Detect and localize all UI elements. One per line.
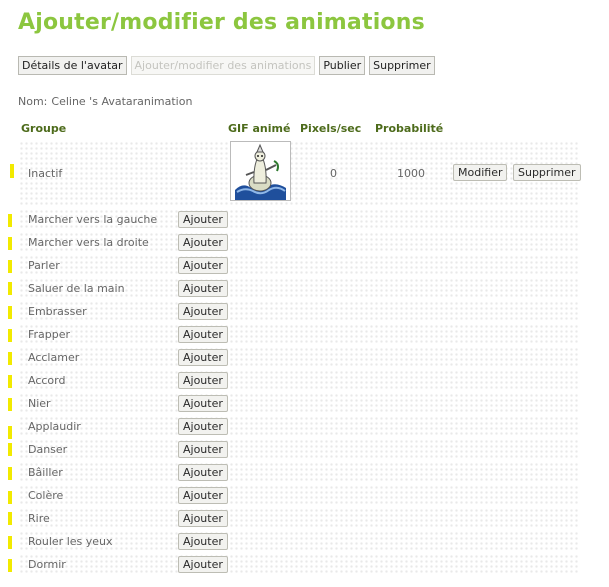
avatar-name-label: Nom: xyxy=(18,95,48,108)
highlight-mark xyxy=(8,398,12,411)
tab-bar: Détails de l'avatar Ajouter/modifier des… xyxy=(18,56,435,75)
add-animation-button[interactable]: Ajouter xyxy=(178,372,228,389)
animated-figure-icon xyxy=(235,143,286,200)
header-group: Groupe xyxy=(21,122,67,135)
row-label: Inactif xyxy=(28,167,63,180)
row-label: Rire xyxy=(28,512,50,525)
table-row: Nier Ajouter xyxy=(8,393,578,414)
add-animation-button[interactable]: Ajouter xyxy=(178,556,228,573)
add-animation-button[interactable]: Ajouter xyxy=(178,395,228,412)
highlight-mark xyxy=(10,164,14,178)
highlight-mark xyxy=(8,214,12,227)
highlight-mark xyxy=(8,375,12,388)
add-animation-button[interactable]: Ajouter xyxy=(178,257,228,274)
highlight-mark xyxy=(8,559,12,572)
row-label: Colère xyxy=(28,489,64,502)
tab-publish[interactable]: Publier xyxy=(319,56,366,75)
row-label: Saluer de la main xyxy=(28,282,125,295)
add-animation-button[interactable]: Ajouter xyxy=(178,303,228,320)
add-animation-button[interactable]: Ajouter xyxy=(178,510,228,527)
row-label: Embrasser xyxy=(28,305,87,318)
add-animation-button[interactable]: Ajouter xyxy=(178,234,228,251)
table-row: Marcher vers la droite Ajouter xyxy=(8,232,578,253)
header-pixels-per-sec: Pixels/sec xyxy=(300,122,362,135)
table-row: Saluer de la main Ajouter xyxy=(8,278,578,299)
highlight-mark xyxy=(8,237,12,250)
avatar-name: Nom: Celine 's Avataranimation xyxy=(18,95,192,108)
add-animation-button[interactable]: Ajouter xyxy=(178,418,228,435)
highlight-mark xyxy=(8,260,12,273)
tab-delete[interactable]: Supprimer xyxy=(369,56,435,75)
table-row: Parler Ajouter xyxy=(8,255,578,276)
highlight-mark xyxy=(8,306,12,319)
table-row: Colère Ajouter xyxy=(8,485,578,506)
table-row: Acclamer Ajouter xyxy=(8,347,578,368)
add-animation-button[interactable]: Ajouter xyxy=(178,441,228,458)
highlight-mark xyxy=(8,467,12,480)
row-label: Bâiller xyxy=(28,466,63,479)
highlight-mark xyxy=(8,329,12,342)
highlight-mark xyxy=(8,426,12,439)
add-animation-button[interactable]: Ajouter xyxy=(178,349,228,366)
add-animation-button[interactable]: Ajouter xyxy=(178,464,228,481)
header-probability: Probabilité xyxy=(375,122,444,135)
row-label: Applaudir xyxy=(28,420,81,433)
add-animation-button[interactable]: Ajouter xyxy=(178,211,228,228)
row-label: Parler xyxy=(28,259,60,272)
row-label: Nier xyxy=(28,397,51,410)
add-animation-button[interactable]: Ajouter xyxy=(178,487,228,504)
row-label: Accord xyxy=(28,374,66,387)
table-row: Dormir Ajouter xyxy=(8,554,578,575)
row-label: Marcher vers la droite xyxy=(28,236,149,249)
tab-edit-animations: Ajouter/modifier des animations xyxy=(130,56,316,75)
table-row: Embrasser Ajouter xyxy=(8,301,578,322)
table-row: Danser Ajouter xyxy=(8,439,578,460)
row-label: Frapper xyxy=(28,328,71,341)
table-row: Accord Ajouter xyxy=(8,370,578,391)
row-label: Danser xyxy=(28,443,68,456)
table-row: Rouler les yeux Ajouter xyxy=(8,531,578,552)
highlight-mark xyxy=(8,282,12,295)
pixels-per-sec-value: 0 xyxy=(330,167,337,180)
row-label: Rouler les yeux xyxy=(28,535,113,548)
add-animation-button[interactable]: Ajouter xyxy=(178,533,228,550)
table-row: Bâiller Ajouter xyxy=(8,462,578,483)
highlight-mark xyxy=(8,491,12,504)
page-title: Ajouter/modifier des animations xyxy=(18,10,425,35)
avatar-name-value: Celine 's Avataranimation xyxy=(51,95,193,108)
highlight-mark xyxy=(8,512,12,525)
add-animation-button[interactable]: Ajouter xyxy=(178,280,228,297)
delete-animation-button[interactable]: Supprimer xyxy=(513,164,581,181)
animated-gif-thumbnail[interactable] xyxy=(230,141,291,201)
add-animation-button[interactable]: Ajouter xyxy=(178,326,228,343)
table-row: Marcher vers la gauche Ajouter xyxy=(8,209,578,230)
header-gif: GIF animé xyxy=(228,122,291,135)
probability-value: 1000 xyxy=(397,167,425,180)
row-label: Dormir xyxy=(28,558,66,571)
highlight-mark xyxy=(8,443,12,456)
highlight-mark xyxy=(8,536,12,549)
row-label: Acclamer xyxy=(28,351,80,364)
table-row: Applaudir Ajouter xyxy=(8,416,578,439)
row-label: Marcher vers la gauche xyxy=(28,213,158,226)
table-row: Rire Ajouter xyxy=(8,508,578,529)
modify-button[interactable]: Modifier xyxy=(453,164,508,181)
table-row-inactive: Inactif 0 1000 Modifier Supprimer xyxy=(10,141,581,207)
highlight-mark xyxy=(8,352,12,365)
table-row: Frapper Ajouter xyxy=(8,324,578,345)
tab-avatar-details[interactable]: Détails de l'avatar xyxy=(18,56,127,75)
